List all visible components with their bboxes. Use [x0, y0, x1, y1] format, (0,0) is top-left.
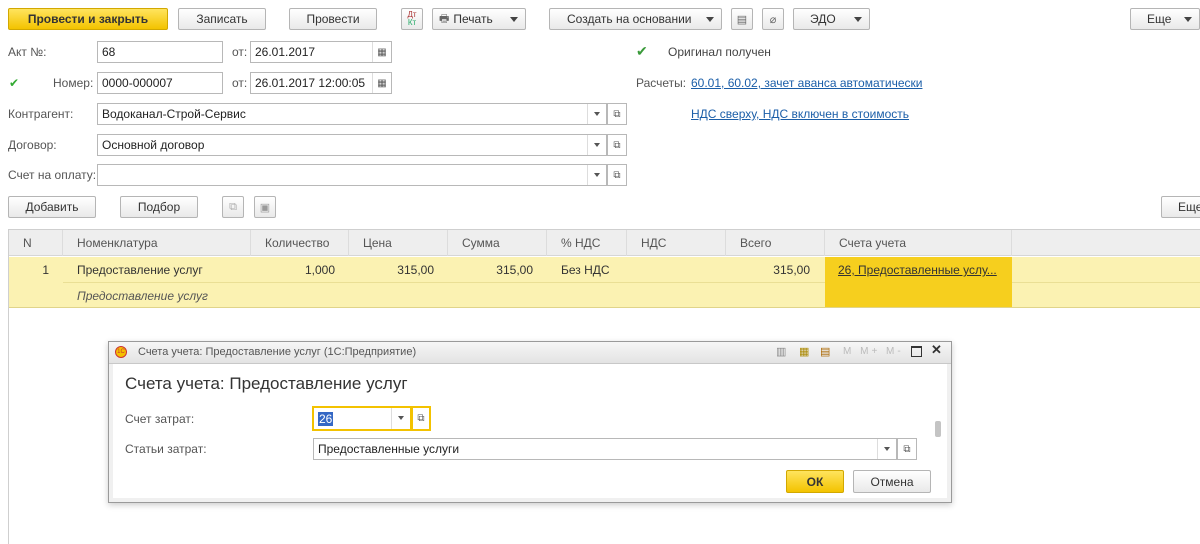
chevron-down-icon	[854, 17, 862, 22]
chevron-down-icon[interactable]	[587, 165, 606, 185]
cost-account-input[interactable]: 26	[312, 406, 412, 431]
edo-button[interactable]: ЭДО	[793, 8, 870, 30]
print-label: Печать	[453, 12, 493, 26]
post-button[interactable]: Провести	[289, 8, 377, 30]
row-qty[interactable]: 1,000	[251, 263, 335, 277]
scroll-thumb[interactable]	[935, 421, 941, 437]
contract-input[interactable]: Основной договор	[97, 134, 607, 156]
counterparty-value: Водоканал-Строй-Сервис	[102, 107, 246, 121]
checkmark-icon: ✔	[9, 76, 20, 90]
copy-icon[interactable]: ⧉	[222, 196, 244, 218]
row-price[interactable]: 315,00	[349, 263, 434, 277]
col-price[interactable]: Цена	[349, 230, 448, 256]
close-icon[interactable]: ✕	[931, 342, 942, 358]
chevron-down-icon	[706, 17, 714, 22]
row-divider	[63, 282, 1200, 283]
original-received-label: Оригинал получен	[668, 45, 771, 59]
dialog-notes-icon[interactable]: ▤	[820, 345, 830, 358]
open-icon[interactable]: ⧉	[897, 438, 917, 460]
number-label: Номер:	[53, 76, 94, 90]
more-button[interactable]: Еще	[1130, 8, 1200, 30]
cost-items-input[interactable]: Предоставленные услуги	[313, 438, 897, 460]
settlements-label: Расчеты:	[636, 76, 687, 90]
cost-items-value: Предоставленные услуги	[318, 442, 460, 456]
row-n: 1	[42, 263, 49, 277]
chevron-down-icon	[1184, 17, 1192, 22]
dialog-heading: Счета учета: Предоставление услуг	[125, 374, 408, 393]
pick-button[interactable]: Подбор	[120, 196, 198, 218]
act-date-value: 26.01.2017	[255, 45, 316, 59]
act-date-label: от:	[232, 45, 248, 59]
printer-icon: 🖶	[439, 12, 450, 25]
open-icon[interactable]: ⧉	[607, 103, 627, 125]
dialog-scrollbar[interactable]	[935, 410, 941, 460]
table-more-button[interactable]: Еще	[1161, 196, 1200, 218]
act-date-input[interactable]: 26.01.2017 ▦	[250, 41, 392, 63]
vat-link[interactable]: НДС сверху, НДС включен в стоимость	[691, 107, 909, 121]
counterparty-label: Контрагент:	[8, 107, 74, 121]
create-based-on-label: Создать на основании	[567, 12, 692, 26]
1c-logo-icon: 1C	[115, 346, 127, 358]
settlements-link[interactable]: 60.01, 60.02, зачет аванса автоматически	[691, 76, 922, 90]
chevron-down-icon	[510, 17, 518, 22]
open-icon[interactable]: ⧉	[411, 406, 431, 431]
save-button[interactable]: Записать	[178, 8, 266, 30]
col-sum[interactable]: Сумма	[448, 230, 547, 256]
number-date-label: от:	[232, 76, 248, 90]
col-total[interactable]: Всего	[726, 230, 825, 256]
more-label: Еще	[1147, 12, 1172, 26]
maximize-icon[interactable]	[911, 346, 922, 357]
row-vat-rate[interactable]: Без НДС	[561, 263, 610, 277]
calendar-icon[interactable]: ▦	[372, 73, 391, 93]
document-icon[interactable]: ▤	[731, 8, 753, 30]
col-n[interactable]: N	[9, 230, 63, 256]
calendar-icon[interactable]: ▦	[372, 42, 391, 62]
dt-kt-icon[interactable]: Дт Кт	[401, 8, 423, 30]
row-total[interactable]: 315,00	[726, 263, 810, 277]
row-item[interactable]: Предоставление услуг	[77, 263, 203, 277]
open-icon[interactable]: ⧉	[607, 164, 627, 186]
invoice-label: Счет на оплату:	[8, 168, 97, 182]
edo-label: ЭДО	[810, 12, 836, 26]
original-received-checkbox[interactable]: ✔	[636, 44, 650, 58]
table-more-label: Еще	[1178, 200, 1200, 214]
chevron-down-icon[interactable]	[391, 408, 410, 429]
open-icon[interactable]: ⧉	[607, 134, 627, 156]
contract-label: Договор:	[8, 138, 57, 152]
add-row-button[interactable]: Добавить	[8, 196, 96, 218]
act-number-label: Акт №:	[8, 45, 47, 59]
paste-icon[interactable]: ▣	[254, 196, 276, 218]
attachment-icon[interactable]: ⌀	[762, 8, 784, 30]
cost-account-label: Счет затрат:	[125, 412, 195, 426]
row-accounts-link[interactable]: 26, Предоставленные услу...	[838, 263, 997, 277]
ok-button[interactable]: ОК	[786, 470, 844, 493]
cancel-button[interactable]: Отмена	[853, 470, 931, 493]
row-sum[interactable]: 315,00	[448, 263, 533, 277]
cost-account-value: 26	[318, 411, 334, 426]
dialog-memory-icons[interactable]: M M+ M-	[843, 346, 904, 357]
number-datetime-input[interactable]: 26.01.2017 12:00:05 ▦	[250, 72, 392, 94]
act-number-input[interactable]: 68	[97, 41, 223, 63]
col-accounts[interactable]: Счета учета	[825, 230, 1012, 256]
print-button[interactable]: 🖶 Печать	[432, 8, 526, 30]
create-based-on-button[interactable]: Создать на основании	[549, 8, 722, 30]
col-qty[interactable]: Количество	[251, 230, 349, 256]
dialog-calendar-icon[interactable]: ▦	[799, 345, 809, 358]
post-and-close-button[interactable]: Провести и закрыть	[8, 8, 168, 30]
chevron-down-icon[interactable]	[587, 104, 606, 124]
col-vat-rate[interactable]: % НДС	[547, 230, 627, 256]
contract-value: Основной договор	[102, 138, 205, 152]
invoice-input[interactable]	[97, 164, 607, 186]
cost-items-label: Статьи затрат:	[125, 442, 207, 456]
counterparty-input[interactable]: Водоканал-Строй-Сервис	[97, 103, 607, 125]
col-item[interactable]: Номенклатура	[63, 230, 251, 256]
row-item-sub[interactable]: Предоставление услуг	[77, 289, 208, 303]
dialog-window-title: Счета учета: Предоставление услуг (1С:Пр…	[138, 346, 417, 358]
number-datetime-value: 26.01.2017 12:00:05	[255, 76, 366, 90]
dialog-calc-icon[interactable]: ▥	[776, 345, 786, 358]
chevron-down-icon[interactable]	[587, 135, 606, 155]
number-input[interactable]: 0000-000007	[97, 72, 223, 94]
col-vat[interactable]: НДС	[627, 230, 726, 256]
chevron-down-icon[interactable]	[877, 439, 896, 459]
